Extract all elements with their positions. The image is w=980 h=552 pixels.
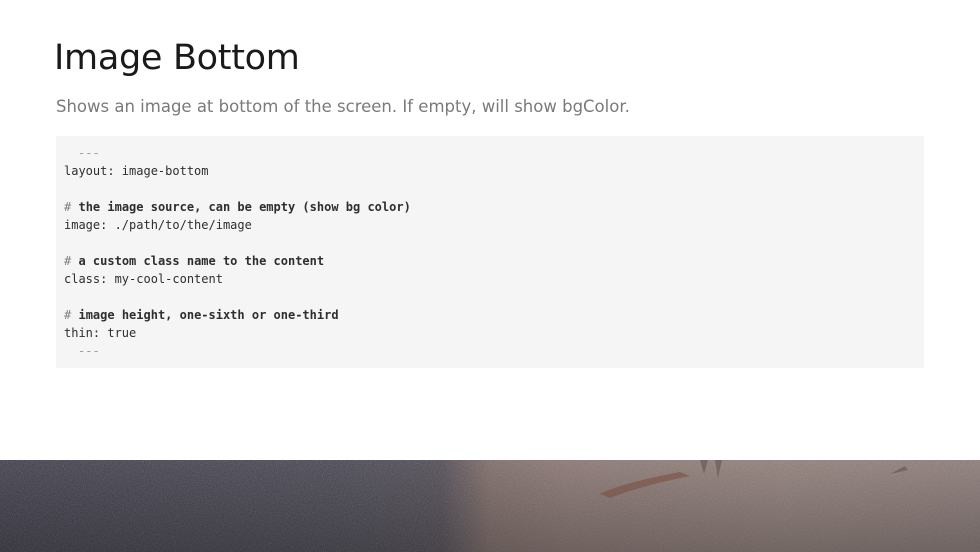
comment-hash: # xyxy=(64,308,72,322)
code-line-separator-bottom: --- xyxy=(78,344,100,358)
bottom-image xyxy=(0,460,980,552)
comment-text: the image source, can be empty (show bg … xyxy=(78,200,411,214)
comment-text: a custom class name to the content xyxy=(78,254,325,268)
concrete-texture-image xyxy=(0,460,980,552)
code-line-separator-top: --- xyxy=(78,146,100,160)
comment-hash: # xyxy=(64,254,72,268)
slide: Image Bottom Shows an image at bottom of… xyxy=(0,0,980,552)
comment-hash: # xyxy=(64,200,72,214)
comment-text: image height, one-sixth or one-third xyxy=(78,308,339,322)
code-line-comment-thin: # image height, one-sixth or one-third xyxy=(64,306,916,324)
code-block: --- layout: image-bottom # the image sou… xyxy=(56,136,924,368)
code-line-comment-class: # a custom class name to the content xyxy=(64,252,916,270)
page-subtitle: Shows an image at bottom of the screen. … xyxy=(56,97,630,116)
code-line-image: image: ./path/to/the/image xyxy=(64,218,252,232)
code-line-comment-image: # the image source, can be empty (show b… xyxy=(64,198,916,216)
code-line-class: class: my-cool-content xyxy=(64,272,223,286)
code-line-layout: layout: image-bottom xyxy=(64,164,209,178)
page-title: Image Bottom xyxy=(54,38,300,78)
code-line-thin: thin: true xyxy=(64,326,137,340)
